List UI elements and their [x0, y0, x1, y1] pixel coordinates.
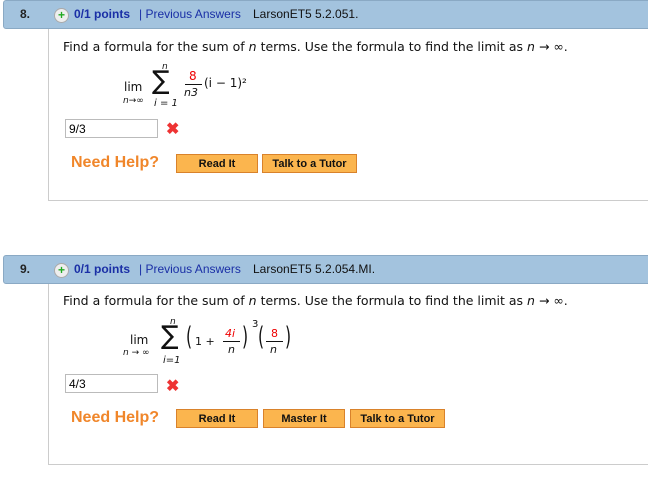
answer-input[interactable]: 4/3 [65, 374, 158, 393]
question-number: 9. [20, 262, 31, 276]
question-text: Find a formula for the sum of n terms. U… [63, 39, 568, 54]
points: 0/1 points [74, 7, 131, 21]
read-it-button[interactable]: Read It [176, 409, 258, 428]
math-expression: lim n→∞ n ∑ i = 1 8 n3 (i − 1)² [123, 62, 247, 109]
need-help-label: Need Help? [71, 409, 160, 426]
previous-answers-link[interactable]: | Previous Answers [139, 1, 241, 28]
math-expression: lim n → ∞ n ∑ i=1 ( 1 + 4i n ) 3 ( 8 n ) [123, 317, 292, 366]
incorrect-x-icon: ✖ [166, 378, 180, 395]
question-text: Find a formula for the sum of n terms. U… [63, 293, 568, 308]
question-header: 9. + 0/1 points | Previous Answers Larso… [3, 255, 648, 284]
points: 0/1 points [74, 262, 131, 276]
question-number: 8. [20, 7, 31, 21]
talk-to-tutor-button[interactable]: Talk to a Tutor [262, 154, 357, 173]
incorrect-x-icon: ✖ [166, 121, 180, 138]
expand-plus-icon[interactable]: + [54, 263, 69, 278]
answer-input[interactable]: 9/3 [65, 119, 158, 138]
read-it-button[interactable]: Read It [176, 154, 258, 173]
question-header: 8. + 0/1 points | Previous Answers Larso… [3, 0, 648, 29]
expand-plus-icon[interactable]: + [54, 8, 69, 23]
question-9: 9. + 0/1 points | Previous Answers Larso… [0, 255, 648, 475]
question-code: LarsonET5 5.2.054.MI. [253, 262, 376, 276]
question-8: 8. + 0/1 points | Previous Answers Larso… [0, 0, 648, 210]
question-code: LarsonET5 5.2.051. [253, 7, 359, 21]
previous-answers-link[interactable]: | Previous Answers [139, 256, 241, 283]
need-help-label: Need Help? [71, 154, 160, 171]
talk-to-tutor-button[interactable]: Talk to a Tutor [350, 409, 445, 428]
master-it-button[interactable]: Master It [263, 409, 345, 428]
question-panel [48, 29, 648, 201]
